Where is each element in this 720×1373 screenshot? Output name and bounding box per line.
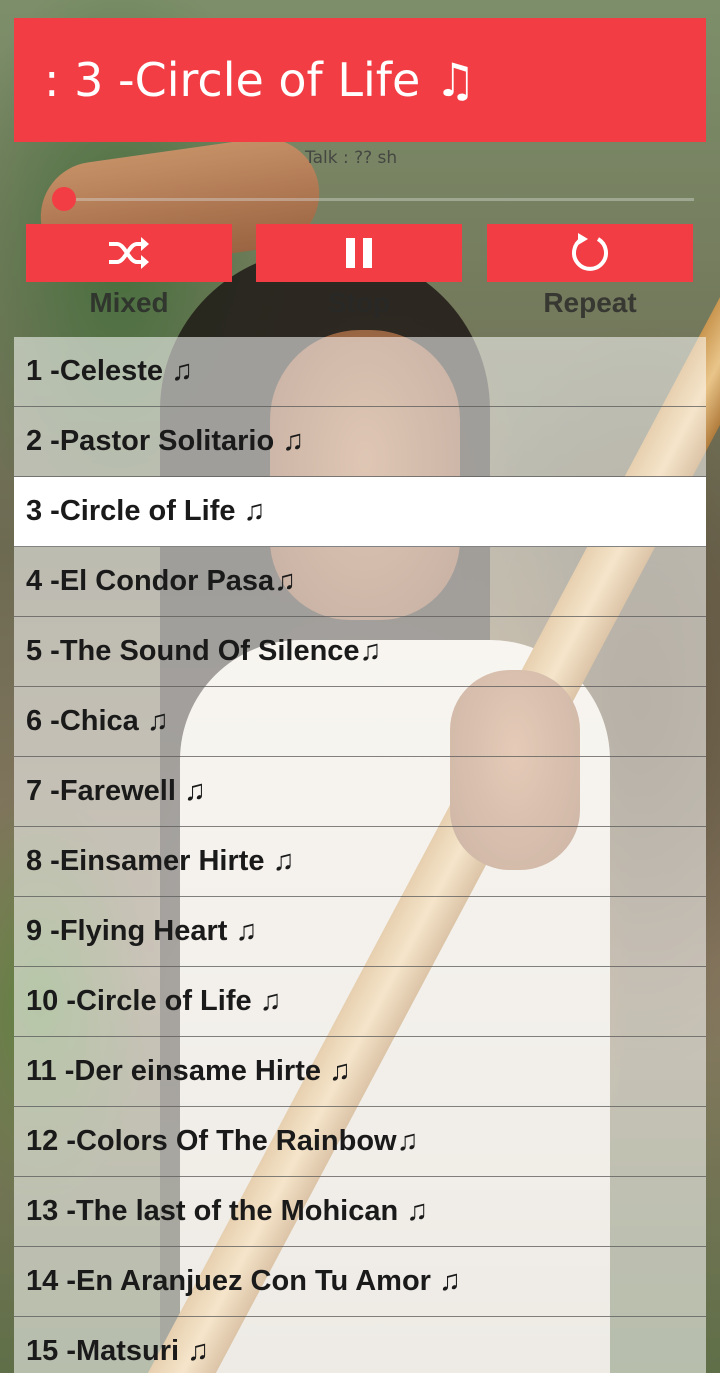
playlist-item-label: 14 -En Aranjuez Con Tu Amor ♫ xyxy=(26,1265,461,1297)
time-label: Talk : ?? sh xyxy=(305,148,398,168)
playlist-item-label: 13 -The last of the Mohican ♫ xyxy=(26,1195,429,1227)
repeat-label: Repeat xyxy=(543,287,637,318)
app-screen: : 3 -Circle of Life ♫ Talk : ?? sh Mixed… xyxy=(0,0,720,1373)
playlist-item[interactable]: 6 -Chica ♫ xyxy=(14,687,706,757)
playlist-item-label: 6 -Chica ♫ xyxy=(26,705,169,737)
playlist-item[interactable]: 4 -El Condor Pasa♫ xyxy=(14,547,706,617)
seek-bar-track[interactable] xyxy=(64,198,694,201)
playlist-item-label: 8 -Einsamer Hirte ♫ xyxy=(26,845,295,877)
playlist-item-label: 11 -Der einsame Hirte ♫ xyxy=(26,1055,351,1087)
shuffle-button[interactable] xyxy=(26,224,232,282)
playlist-item-label: 4 -El Condor Pasa♫ xyxy=(26,565,296,597)
playlist-item[interactable]: 7 -Farewell ♫ xyxy=(14,757,706,827)
playlist-item[interactable]: 5 -The Sound Of Silence♫ xyxy=(14,617,706,687)
playlist-item[interactable]: 14 -En Aranjuez Con Tu Amor ♫ xyxy=(14,1247,706,1317)
playlist: 1 -Celeste ♫ 2 -Pastor Solitario ♫ 3 -Ci… xyxy=(14,337,706,1373)
playlist-item[interactable]: 11 -Der einsame Hirte ♫ xyxy=(14,1037,706,1107)
playlist-item-label: 9 -Flying Heart ♫ xyxy=(26,915,258,947)
shuffle-icon xyxy=(109,237,149,269)
playlist-item[interactable]: 1 -Celeste ♫ xyxy=(14,337,706,407)
pause-button[interactable] xyxy=(256,224,462,282)
playlist-item-label: 5 -The Sound Of Silence♫ xyxy=(26,635,382,667)
playlist-item-label: 1 -Celeste ♫ xyxy=(26,355,193,387)
playlist-item[interactable]: 15 -Matsuri ♫ xyxy=(14,1317,706,1373)
playlist-item-label: 15 -Matsuri ♫ xyxy=(26,1335,209,1367)
now-playing-bar: : 3 -Circle of Life ♫ xyxy=(14,18,706,142)
repeat-button[interactable] xyxy=(487,224,693,282)
playlist-item-active[interactable]: 3 -Circle of Life ♫ xyxy=(14,477,706,547)
repeat-icon xyxy=(572,233,608,271)
now-playing-title: : 3 -Circle of Life ♫ xyxy=(44,53,477,107)
playlist-item-label: 3 -Circle of Life ♫ xyxy=(26,495,266,527)
playlist-item[interactable]: 13 -The last of the Mohican ♫ xyxy=(14,1177,706,1247)
shuffle-label: Mixed xyxy=(89,287,169,318)
playlist-item[interactable]: 9 -Flying Heart ♫ xyxy=(14,897,706,967)
playlist-item-label: 10 -Circle of Life ♫ xyxy=(26,985,282,1017)
playlist-item[interactable]: 8 -Einsamer Hirte ♫ xyxy=(14,827,706,897)
playlist-item[interactable]: 10 -Circle of Life ♫ xyxy=(14,967,706,1037)
playlist-item[interactable]: 2 -Pastor Solitario ♫ xyxy=(14,407,706,477)
seek-bar-thumb[interactable] xyxy=(52,187,76,211)
stop-label: Stop xyxy=(327,287,391,318)
pause-icon xyxy=(346,238,372,268)
playlist-item-label: 12 -Colors Of The Rainbow♫ xyxy=(26,1125,419,1157)
playlist-item-label: 2 -Pastor Solitario ♫ xyxy=(26,425,304,457)
playlist-item-label: 7 -Farewell ♫ xyxy=(26,775,206,807)
playlist-item[interactable]: 12 -Colors Of The Rainbow♫ xyxy=(14,1107,706,1177)
